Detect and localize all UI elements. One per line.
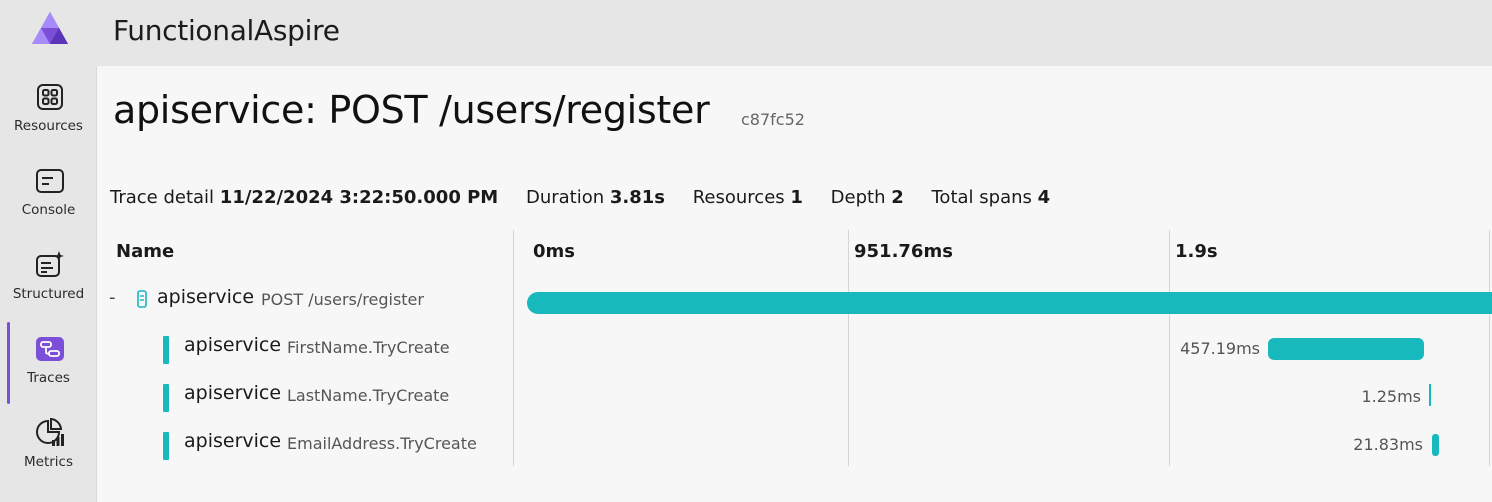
sidebar-nav: Resources Console Structured Traces Metr… — [0, 66, 97, 502]
span-duration: 21.83ms — [1353, 435, 1423, 454]
span-service: apiservice — [184, 430, 282, 452]
collapse-toggle[interactable]: - — [109, 287, 116, 308]
sidebar-item-label: Resources — [14, 118, 83, 134]
span-bar[interactable] — [527, 292, 1492, 314]
span-operation: POST /users/register — [261, 290, 424, 309]
sidebar-item-label: Structured — [12, 286, 85, 302]
span-row[interactable]: apiservice FirstName.TryCreate 457.19ms — [97, 330, 1492, 378]
trace-detail-panel: apiservice: POST /users/register c87fc52… — [97, 66, 1492, 502]
sidebar-item-metrics[interactable]: Metrics — [0, 402, 97, 482]
app-title: FunctionalAspire — [113, 14, 340, 47]
span-operation: FirstName.TryCreate — [287, 338, 450, 357]
total-spans-summary: Total spans 4 — [931, 187, 1051, 208]
span-duration: 1.25ms — [1361, 387, 1421, 406]
page-title: apiservice: POST /users/register — [113, 88, 710, 132]
tick-label: 1.9s — [1175, 241, 1218, 262]
span-waterfall: Name 0ms 951.76ms 1.9s - apiservice POST… — [97, 226, 1492, 466]
service-icon — [137, 290, 147, 308]
active-indicator — [7, 322, 10, 404]
span-service: apiservice — [184, 382, 282, 404]
structured-logs-icon — [36, 251, 64, 277]
console-icon — [36, 169, 64, 193]
aspire-logo-icon[interactable] — [30, 12, 70, 46]
duration-summary: Duration 3.81s — [525, 187, 665, 208]
resources-summary: Resources 1 — [692, 187, 803, 208]
metrics-icon — [36, 418, 64, 446]
sidebar-item-label: Console — [21, 202, 76, 218]
span-service: apiservice — [157, 286, 255, 308]
name-column-header[interactable]: Name — [116, 241, 174, 262]
span-row[interactable]: apiservice LastName.TryCreate 1.25ms — [97, 378, 1492, 426]
tick-label: 0ms — [533, 241, 575, 262]
span-service: apiservice — [184, 334, 282, 356]
resources-grid-icon — [37, 84, 63, 110]
span-operation: LastName.TryCreate — [287, 386, 450, 405]
sidebar-item-console[interactable]: Console — [0, 150, 97, 230]
tick-label: 951.76ms — [854, 241, 953, 262]
span-color-marker — [163, 336, 169, 364]
span-bar[interactable] — [1432, 434, 1439, 456]
sidebar-item-label: Traces — [27, 370, 70, 386]
sidebar-item-structured[interactable]: Structured — [0, 234, 97, 314]
span-row[interactable]: - apiservice POST /users/register — [97, 282, 1492, 330]
trace-detail-summary: Trace detail 11/22/2024 3:22:50.000 PM — [110, 187, 499, 208]
depth-summary: Depth 2 — [830, 187, 904, 208]
span-color-marker — [163, 384, 169, 412]
top-header: FunctionalAspire — [0, 0, 1492, 66]
sidebar-item-label: Metrics — [23, 454, 73, 470]
trace-summary: Trace detail 11/22/2024 3:22:50.000 PM D… — [110, 187, 1072, 208]
span-operation: EmailAddress.TryCreate — [287, 434, 477, 453]
traces-icon — [36, 337, 64, 361]
span-color-marker — [163, 432, 169, 460]
span-row[interactable]: apiservice EmailAddress.TryCreate 21.83m… — [97, 426, 1492, 474]
span-bar[interactable] — [1429, 384, 1431, 406]
span-bar[interactable] — [1268, 338, 1424, 360]
span-duration: 457.19ms — [1180, 339, 1260, 358]
sidebar-item-resources[interactable]: Resources — [0, 66, 97, 146]
sidebar-item-traces[interactable]: Traces — [0, 318, 97, 404]
trace-id[interactable]: c87fc52 — [741, 110, 805, 129]
